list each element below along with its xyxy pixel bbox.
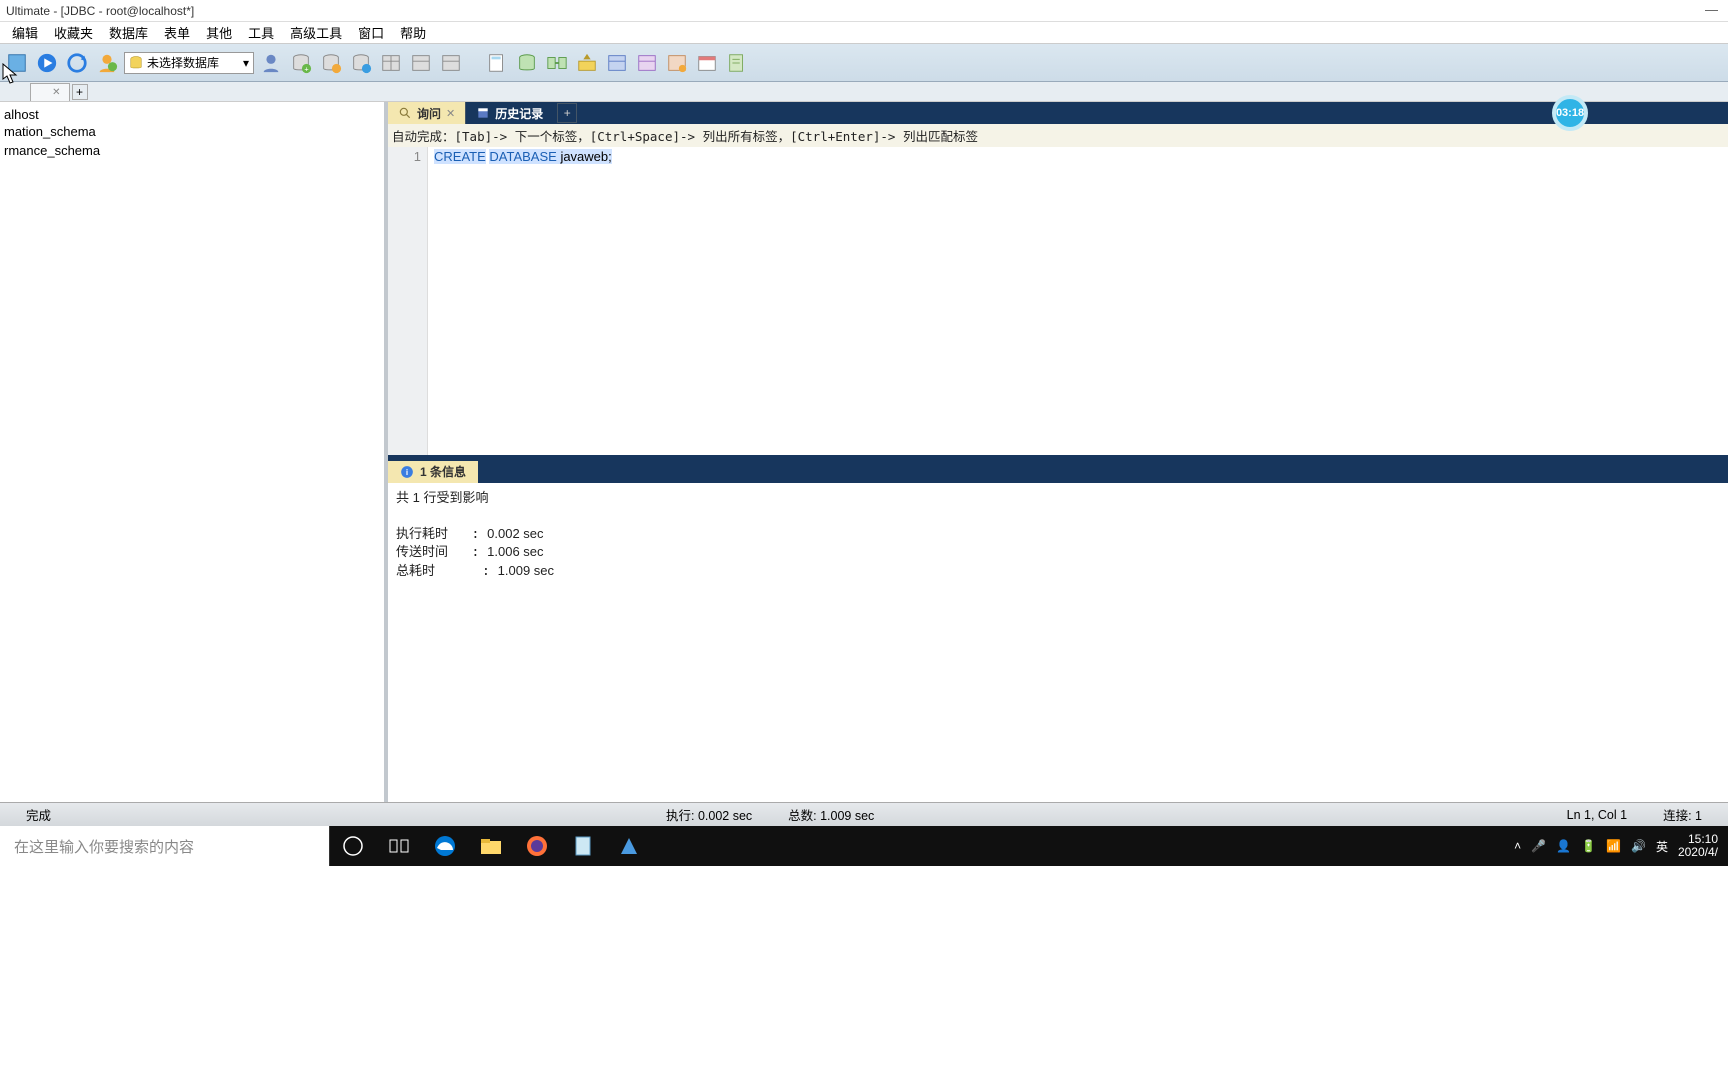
refresh-icon[interactable] bbox=[64, 50, 90, 76]
schedule-icon[interactable] bbox=[694, 50, 720, 76]
database-icon bbox=[129, 56, 143, 70]
messages-tab-label: 1 条信息 bbox=[420, 463, 466, 480]
windows-taskbar: 在这里输入你要搜索的内容 ˄ 🎤 👤 🔋 📶 🔊 英 15:10 2020/4/ bbox=[0, 826, 1728, 866]
status-bar: 完成 执行: 0.002 sec 总数: 1.009 sec Ln 1, Col… bbox=[0, 802, 1728, 826]
minimize-button[interactable]: — bbox=[1705, 2, 1718, 17]
menu-bar: 编辑 收藏夹 数据库 表单 其他 工具 高级工具 窗口 帮助 bbox=[0, 22, 1728, 44]
main-toolbar: 未选择数据库 ▾ + bbox=[0, 44, 1728, 82]
edge-icon[interactable] bbox=[422, 826, 468, 866]
table-edit-icon[interactable] bbox=[438, 50, 464, 76]
sql-keyword: CREATE bbox=[434, 149, 486, 164]
recording-badge: 03:18 bbox=[1552, 95, 1588, 131]
tab-query-label: 询问 bbox=[417, 105, 441, 122]
info-icon: i bbox=[400, 465, 414, 479]
menu-advanced[interactable]: 高级工具 bbox=[282, 21, 350, 44]
menu-other[interactable]: 其他 bbox=[198, 21, 240, 44]
menu-edit[interactable]: 编辑 bbox=[4, 21, 46, 44]
window-title: Ultimate - [JDBC - root@localhost*] bbox=[6, 4, 194, 18]
query-tabs: 询问 ✕ 历史记录 + bbox=[388, 102, 1728, 124]
menu-table[interactable]: 表单 bbox=[156, 21, 198, 44]
sql-keyword: DATABASE bbox=[489, 149, 556, 164]
schema-icon[interactable] bbox=[634, 50, 660, 76]
chevron-down-icon: ▾ bbox=[243, 56, 249, 70]
firefox-icon[interactable] bbox=[514, 826, 560, 866]
schema-tree[interactable]: alhost mation_schema rmance_schema bbox=[0, 102, 388, 802]
svg-text:i: i bbox=[406, 467, 408, 476]
explorer-icon[interactable] bbox=[468, 826, 514, 866]
tree-item[interactable]: alhost bbox=[0, 106, 384, 123]
add-tab-button[interactable]: + bbox=[72, 84, 88, 100]
db-add-icon[interactable]: + bbox=[288, 50, 314, 76]
history-icon bbox=[476, 106, 490, 120]
tray-battery-icon[interactable]: 🔋 bbox=[1581, 839, 1596, 853]
search-placeholder: 在这里输入你要搜索的内容 bbox=[14, 836, 194, 857]
status-total: 总数: 1.009 sec bbox=[770, 805, 892, 824]
user-icon[interactable] bbox=[94, 50, 120, 76]
user-manage-icon[interactable] bbox=[258, 50, 284, 76]
svg-text:+: + bbox=[304, 64, 308, 73]
execute-icon[interactable] bbox=[34, 50, 60, 76]
tray-volume-icon[interactable]: 🔊 bbox=[1631, 839, 1646, 853]
export-icon[interactable] bbox=[604, 50, 630, 76]
db-refresh-icon[interactable] bbox=[348, 50, 374, 76]
title-bar: Ultimate - [JDBC - root@localhost*] — bbox=[0, 0, 1728, 22]
status-exec: 执行: 0.002 sec bbox=[648, 805, 770, 824]
menu-database[interactable]: 数据库 bbox=[101, 21, 156, 44]
database-selector[interactable]: 未选择数据库 ▾ bbox=[124, 52, 254, 74]
db-edit-icon[interactable] bbox=[318, 50, 344, 76]
menu-tools[interactable]: 工具 bbox=[240, 21, 282, 44]
cortana-icon[interactable] bbox=[330, 826, 376, 866]
tab-query[interactable]: 询问 ✕ bbox=[388, 102, 465, 124]
status-left: 完成 bbox=[8, 805, 648, 824]
messages-tab[interactable]: i 1 条信息 bbox=[388, 461, 478, 483]
close-icon[interactable]: ✕ bbox=[52, 87, 60, 98]
close-icon[interactable]: ✕ bbox=[446, 107, 455, 120]
table-add-icon[interactable] bbox=[408, 50, 434, 76]
connection-tab[interactable]: ✕ bbox=[30, 83, 70, 101]
tray-chevron-icon[interactable]: ˄ bbox=[1514, 839, 1521, 853]
task-view-icon[interactable] bbox=[376, 826, 422, 866]
notepad-icon[interactable] bbox=[560, 826, 606, 866]
messages-header: i 1 条信息 bbox=[388, 461, 1728, 483]
messages-panel: 共 1 行受到影响 执行耗时 : 0.002 sec 传送时间 : 1.006 … bbox=[388, 483, 1728, 803]
report-icon[interactable] bbox=[724, 50, 750, 76]
backup-icon[interactable] bbox=[664, 50, 690, 76]
sql-text: javaweb; bbox=[557, 149, 612, 164]
autocomplete-hint: 自动完成：[Tab]-> 下一个标签，[Ctrl+Space]-> 列出所有标签… bbox=[388, 124, 1728, 147]
tree-item[interactable]: rmance_schema bbox=[0, 142, 384, 159]
tray-wifi-icon[interactable]: 📶 bbox=[1606, 839, 1621, 853]
add-query-tab-button[interactable]: + bbox=[557, 103, 577, 123]
tray-mic-icon[interactable]: 🎤 bbox=[1531, 839, 1546, 853]
status-pos: Ln 1, Col 1 bbox=[1549, 808, 1645, 822]
database-selector-text: 未选择数据库 bbox=[147, 54, 219, 71]
menu-help[interactable]: 帮助 bbox=[392, 21, 434, 44]
tray-clock[interactable]: 15:10 2020/4/ bbox=[1678, 833, 1718, 859]
tray-people-icon[interactable]: 👤 bbox=[1556, 839, 1571, 853]
menu-favorites[interactable]: 收藏夹 bbox=[46, 21, 101, 44]
query-run-icon[interactable] bbox=[514, 50, 540, 76]
tree-item[interactable]: mation_schema bbox=[0, 123, 384, 140]
connection-tabs: ✕ + bbox=[0, 82, 1728, 102]
status-conn: 连接: 1 bbox=[1645, 805, 1720, 824]
query-icon bbox=[398, 106, 412, 120]
windows-search-input[interactable]: 在这里输入你要搜索的内容 bbox=[0, 826, 330, 866]
query-sync-icon[interactable] bbox=[544, 50, 570, 76]
new-connection-icon[interactable] bbox=[4, 50, 30, 76]
menu-window[interactable]: 窗口 bbox=[350, 21, 392, 44]
app-icon[interactable] bbox=[606, 826, 652, 866]
system-tray: ˄ 🎤 👤 🔋 📶 🔊 英 15:10 2020/4/ bbox=[1504, 833, 1728, 859]
sql-editor[interactable]: 1 CREATE DATABASE javaweb; bbox=[388, 147, 1728, 455]
query-new-icon[interactable] bbox=[484, 50, 510, 76]
tab-history-label: 历史记录 bbox=[495, 105, 543, 122]
tab-history[interactable]: 历史记录 bbox=[465, 102, 553, 124]
tray-ime[interactable]: 英 bbox=[1656, 838, 1668, 855]
import-icon[interactable] bbox=[574, 50, 600, 76]
line-gutter: 1 bbox=[388, 147, 428, 455]
table-icon[interactable] bbox=[378, 50, 404, 76]
